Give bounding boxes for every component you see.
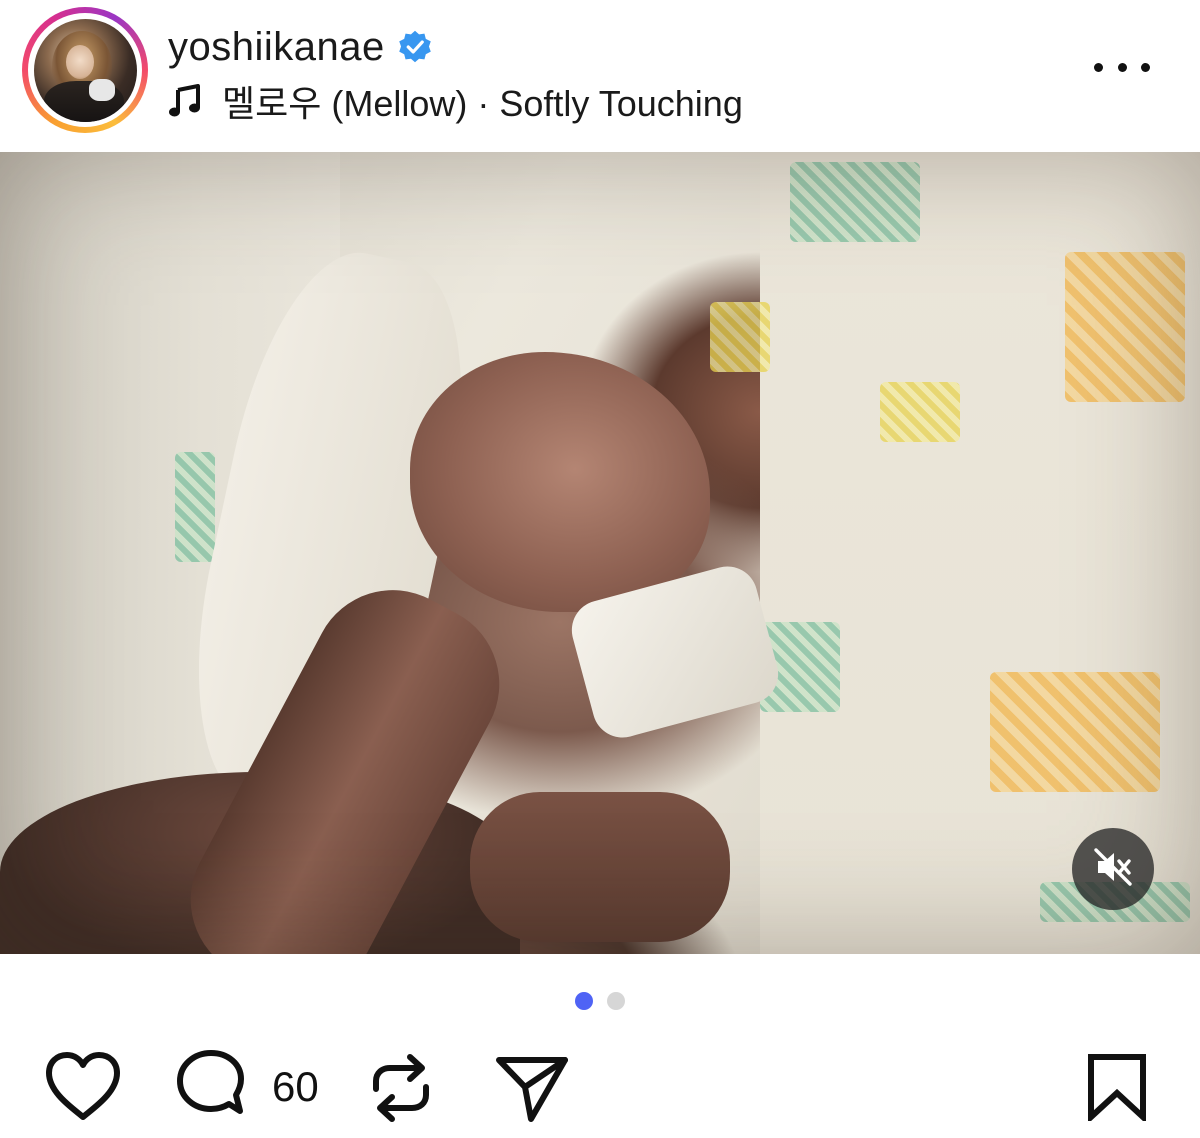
mute-icon xyxy=(1092,846,1134,893)
story-ring[interactable] xyxy=(22,7,148,133)
bookmark-icon xyxy=(1086,1053,1148,1121)
post-header: yoshiikanae 멜로우 (Mellow) · Softly Touchi… xyxy=(0,0,1200,152)
mute-toggle-button[interactable] xyxy=(1072,828,1154,910)
carousel-indicator xyxy=(0,992,1200,1012)
username[interactable]: yoshiikanae xyxy=(168,25,385,70)
more-dot-icon xyxy=(1117,62,1127,72)
comment-button[interactable]: 60 xyxy=(174,1049,319,1125)
music-track-label: 멜로우 (Mellow) · Softly Touching xyxy=(222,83,743,124)
share-icon xyxy=(494,1053,570,1123)
photo-baby-hand xyxy=(410,352,710,612)
verified-badge-icon xyxy=(397,29,433,65)
post-media-video[interactable] xyxy=(0,152,1200,954)
music-row[interactable]: 멜로우 (Mellow) · Softly Touching xyxy=(168,80,743,124)
photo-adult-thumb xyxy=(470,792,730,942)
share-button[interactable] xyxy=(494,1053,570,1123)
carousel-dot[interactable] xyxy=(607,992,625,1010)
repost-icon xyxy=(368,1051,434,1125)
comment-count: 60 xyxy=(272,1063,319,1110)
heart-icon xyxy=(44,1051,122,1121)
more-options-button[interactable] xyxy=(1094,52,1150,82)
repost-button[interactable] xyxy=(368,1051,434,1125)
save-button[interactable] xyxy=(1086,1053,1148,1121)
more-dot-icon xyxy=(1094,62,1103,72)
like-button[interactable] xyxy=(44,1051,122,1121)
music-note-icon xyxy=(168,84,202,118)
carousel-dot-active[interactable] xyxy=(575,992,593,1010)
comment-icon xyxy=(174,1049,248,1125)
username-row: yoshiikanae xyxy=(168,24,433,70)
avatar[interactable] xyxy=(33,18,137,122)
more-dot-icon xyxy=(1141,62,1150,72)
action-bar: 60 xyxy=(0,1045,1200,1135)
